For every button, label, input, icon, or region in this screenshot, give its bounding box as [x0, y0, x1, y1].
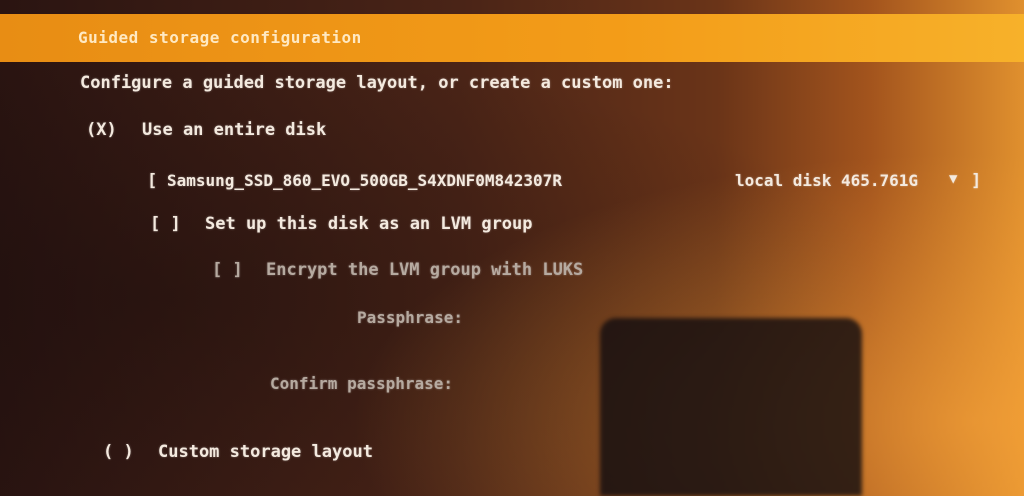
- encrypt-label: Encrypt the LVM group with LUKS: [266, 260, 584, 280]
- chevron-down-icon[interactable]: ▼: [949, 171, 957, 187]
- page-title: Guided storage configuration: [78, 28, 362, 47]
- disk-select[interactable]: [ Samsung_SSD_860_EVO_500GB_S4XDNF0M8423…: [147, 171, 985, 195]
- entire-disk-label: Use an entire disk: [142, 120, 327, 140]
- entire-disk-radio[interactable]: (X): [86, 120, 117, 140]
- custom-storage-radio[interactable]: ( ): [103, 442, 134, 462]
- disk-select-close-bracket: ]: [971, 171, 982, 191]
- disk-select-open-bracket: [: [147, 171, 158, 191]
- disk-select-value: Samsung_SSD_860_EVO_500GB_S4XDNF0M842307…: [167, 171, 562, 190]
- confirm-passphrase-label: Confirm passphrase:: [270, 374, 454, 393]
- passphrase-label: Passphrase:: [357, 308, 463, 327]
- custom-storage-label: Custom storage layout: [158, 442, 373, 462]
- title-bar: Guided storage configuration: [0, 14, 1024, 62]
- encrypt-checkbox[interactable]: [ ]: [212, 260, 243, 280]
- lvm-label: Set up this disk as an LVM group: [205, 214, 533, 234]
- lvm-checkbox[interactable]: [ ]: [150, 214, 181, 234]
- screen-reflection: [600, 318, 862, 496]
- intro-text: Configure a guided storage layout, or cr…: [80, 73, 674, 93]
- disk-size-info: local disk 465.761G: [735, 171, 919, 190]
